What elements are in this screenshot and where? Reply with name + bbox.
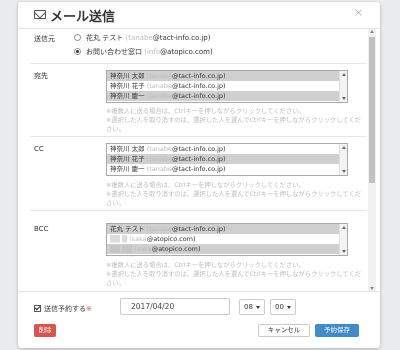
listbox-scrollbar[interactable] [339,224,347,255]
to-hint: ※複数人に送る場合は、Ctrlキーを押しながらクリックしてください。 ※選択した… [106,108,362,133]
cancel-button[interactable]: キャンセル [258,324,310,337]
sender-option-1[interactable]: 花丸 テスト (tanabe@tact-info.co.jp) [74,32,364,44]
scroll-up-icon[interactable] [370,30,374,33]
footer-divider [18,291,380,292]
section-divider [30,210,366,211]
sender-name: お問い合わせ窓口 [86,48,142,56]
save-reservation-button[interactable]: 予約保存 [315,324,359,337]
sender-email-prefix: (tanabe [125,34,153,42]
radio-button[interactable] [74,34,81,41]
list-item[interactable]: 神奈川 慶一 (tanabe@tact-info.co.jp) [107,91,347,101]
chevron-down-icon [287,306,291,309]
dialog-scrollbar[interactable] [368,29,376,291]
listbox-scrollbar[interactable] [339,144,347,175]
dialog-body: 送信元 花丸 テスト (tanabe@tact-info.co.jp) お問い合… [18,29,380,291]
sender-name: 花丸 テスト [86,34,124,42]
sender-email-prefix: (info [144,48,161,56]
dialog-header: メール送信 × [18,2,380,28]
bcc-hint: ※複数人に送る場合は、Ctrlキーを押しながらクリックしてください。 ※選択した… [106,262,362,287]
section-divider [30,63,366,64]
close-icon[interactable]: × [354,7,363,19]
required-mark: ※ [86,305,92,313]
mail-send-dialog: メール送信 × 送信元 花丸 テスト (tanabe@tact-info.co.… [18,2,380,348]
radio-button-selected[interactable] [74,48,81,55]
scroll-down-icon[interactable] [370,287,374,290]
list-item[interactable]: 神奈川 花子 (tanabe@tact-info.co.jp) [107,154,347,164]
to-listbox[interactable]: 神奈川 太郎 (tanabe@tact-info.co.jp) 神奈川 花子 (… [106,70,348,103]
list-item[interactable]: 神奈川 太郎 (tanabe@tact-info.co.jp) [107,71,347,81]
sender-option-2[interactable]: お問い合わせ窓口 (info@atopico.com) [74,46,364,58]
section-divider [30,136,366,137]
list-item[interactable]: ▒▒ ▒▒ (saka@atopico.com) [107,244,347,254]
sender-email-suffix: @atopico.com) [160,48,213,56]
bcc-listbox[interactable]: 花丸 テスト (tanabe@tact-info.co.jp) ▒▒ ▒ (sa… [106,223,348,256]
list-item[interactable]: 神奈川 花子 (tanabe@tact-info.co.jp) [107,81,347,91]
minute-select[interactable]: 00 [270,299,296,315]
sender-label: 送信元 [34,35,55,43]
to-label: 宛先 [34,72,48,80]
delete-button[interactable]: 削除 [34,324,56,337]
list-item[interactable]: 神奈川 慶一 (tanabe@tact-info.co.jp) [107,164,347,174]
schedule-label: 送信予約する※ [44,305,92,313]
sender-email-suffix: @tact-info.co.jp) [152,34,211,42]
list-item[interactable]: 花丸 テスト (tanabe@tact-info.co.jp) [107,224,347,234]
cc-listbox[interactable]: 神奈川 太郎 (tanabe@tact-info.co.jp) 神奈川 花子 (… [106,143,348,176]
dialog-title: メール送信 [50,10,116,25]
list-item[interactable]: 神奈川 太郎 (tanabe@tact-info.co.jp) [107,144,347,154]
cc-label: CC [34,145,44,153]
mail-icon [34,10,46,19]
schedule-checkbox[interactable] [34,305,41,312]
hour-select[interactable]: 08 [239,299,265,315]
scrollbar-thumb[interactable] [369,37,375,183]
list-item[interactable]: ▒▒ ▒ (saka@atopico.com) [107,234,347,244]
date-input[interactable]: 2017/04/20 [120,298,230,315]
chevron-down-icon [256,306,260,309]
cc-hint: ※複数人に送る場合は、Ctrlキーを押しながらクリックしてください。 ※選択した… [106,182,362,207]
listbox-scrollbar[interactable] [339,71,347,102]
bcc-label: BCC [34,225,49,233]
